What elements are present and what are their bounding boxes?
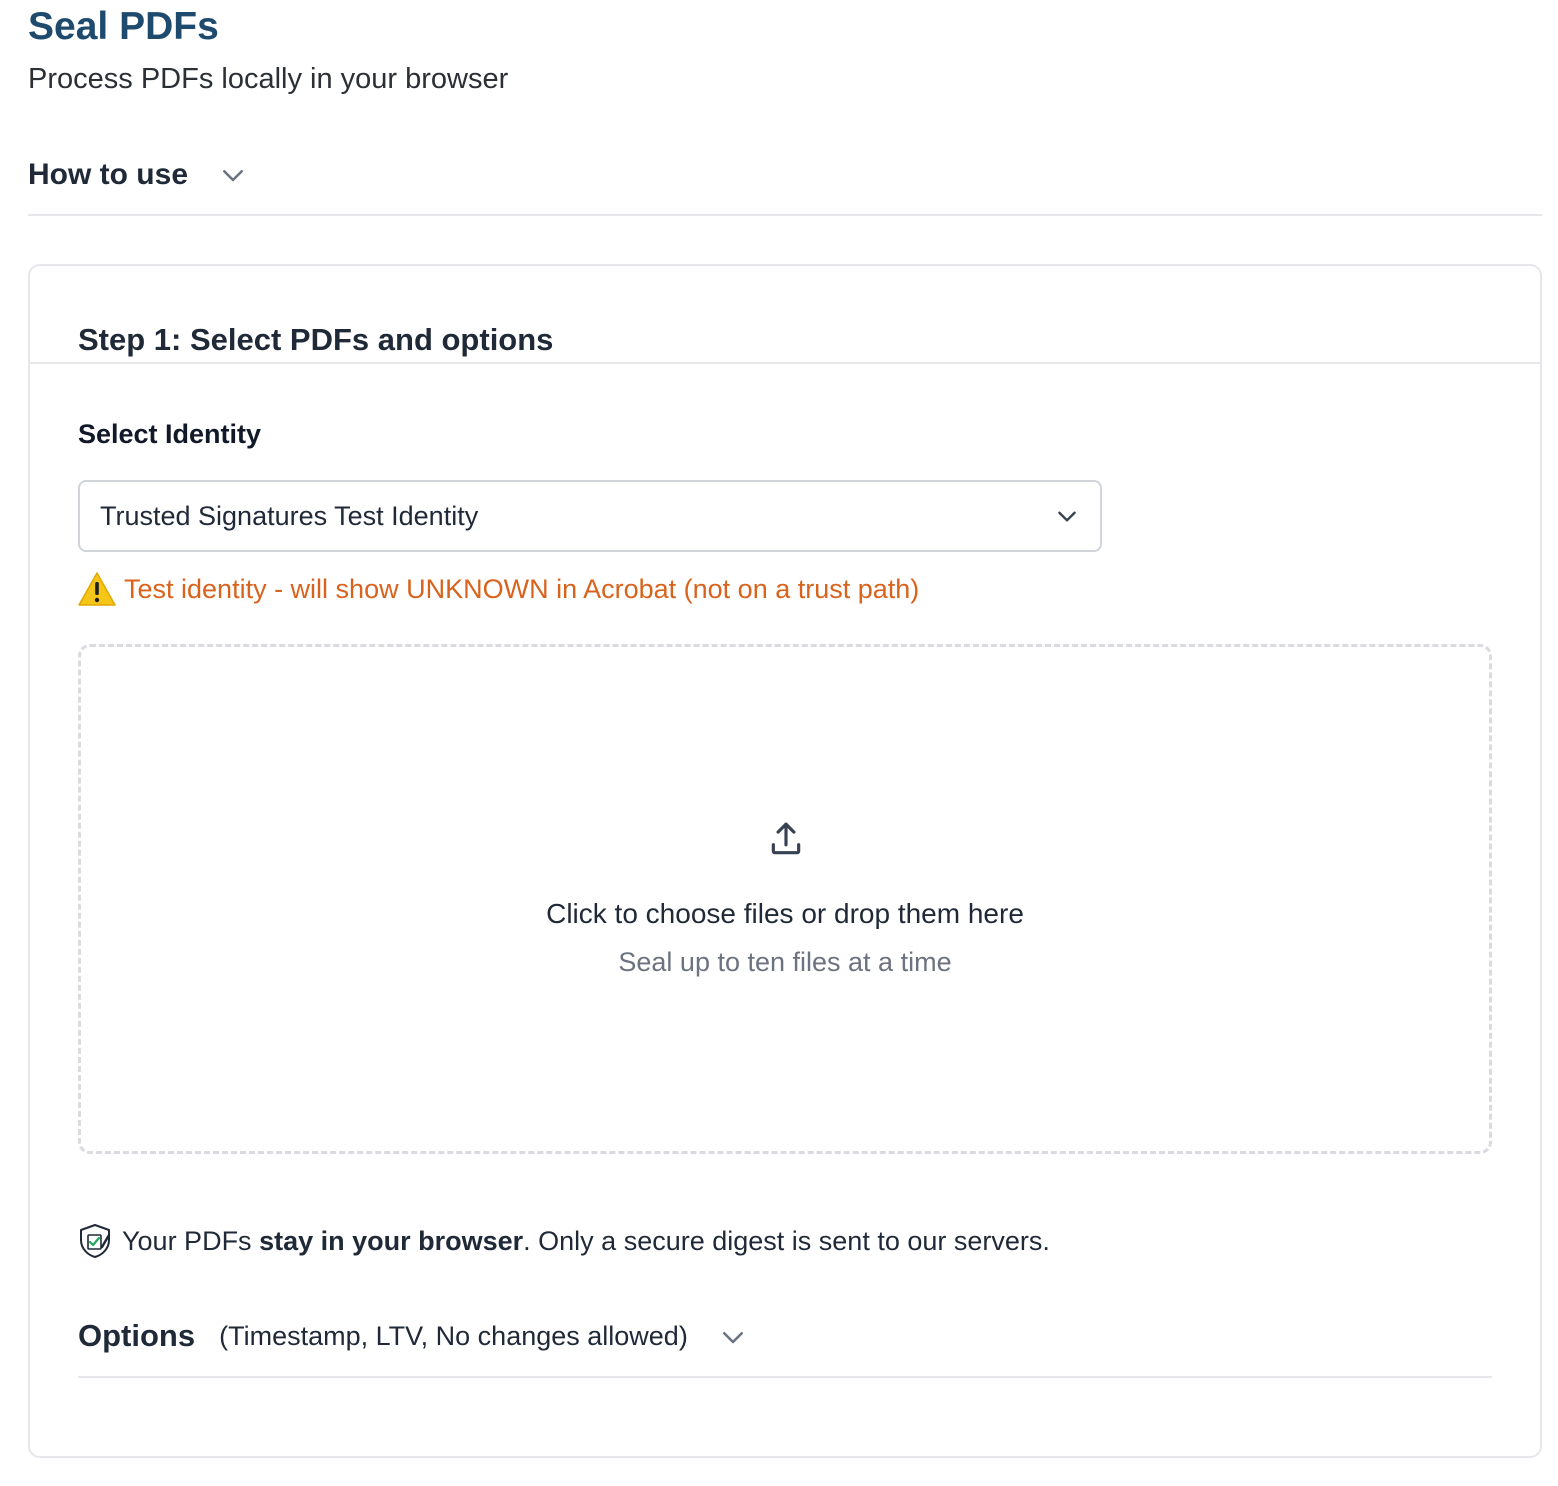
- warning-text: Test identity - will show UNKNOWN in Acr…: [124, 574, 920, 604]
- step-card: Step 1: Select PDFs and options Select I…: [28, 264, 1542, 1458]
- identity-select-value: Trusted Signatures Test Identity: [100, 500, 479, 531]
- dropzone-main-text: Click to choose files or drop them here: [546, 898, 1024, 929]
- privacy-suffix: . Only a secure digest is sent to our se…: [523, 1226, 1050, 1256]
- chevron-down-icon: [1058, 511, 1076, 522]
- chevron-down-icon: [223, 170, 244, 182]
- step-title: Step 1: Select PDFs and options: [78, 322, 554, 357]
- file-dropzone[interactable]: Click to choose files or drop them here …: [78, 644, 1492, 1154]
- identity-select[interactable]: Trusted Signatures Test Identity: [78, 480, 1102, 552]
- chevron-down-icon: [722, 1332, 743, 1344]
- select-identity-label: Select Identity: [78, 419, 262, 449]
- warning-icon: [78, 572, 116, 606]
- how-to-use-label: How to use: [28, 158, 189, 191]
- privacy-bold: stay in your browser: [259, 1226, 524, 1256]
- options-toggle[interactable]: Options (Timestamp, LTV, No changes allo…: [78, 1308, 1492, 1378]
- how-to-use-toggle[interactable]: How to use: [28, 150, 1542, 216]
- options-label: Options: [78, 1318, 196, 1353]
- privacy-note: Your PDFs stay in your browser. Only a s…: [78, 1222, 1050, 1260]
- upload-icon: [771, 822, 801, 855]
- options-detail: (Timestamp, LTV, No changes allowed): [219, 1321, 688, 1351]
- dropzone-sub-text: Seal up to ten files at a time: [618, 947, 952, 977]
- page-subtitle: Process PDFs locally in your browser: [28, 63, 509, 95]
- page-title: Seal PDFs: [28, 5, 219, 48]
- shield-icon: [80, 1224, 111, 1258]
- privacy-prefix: Your PDFs: [122, 1226, 260, 1256]
- identity-warning: Test identity - will show UNKNOWN in Acr…: [78, 570, 919, 608]
- step-card-header: Step 1: Select PDFs and options: [30, 266, 1540, 364]
